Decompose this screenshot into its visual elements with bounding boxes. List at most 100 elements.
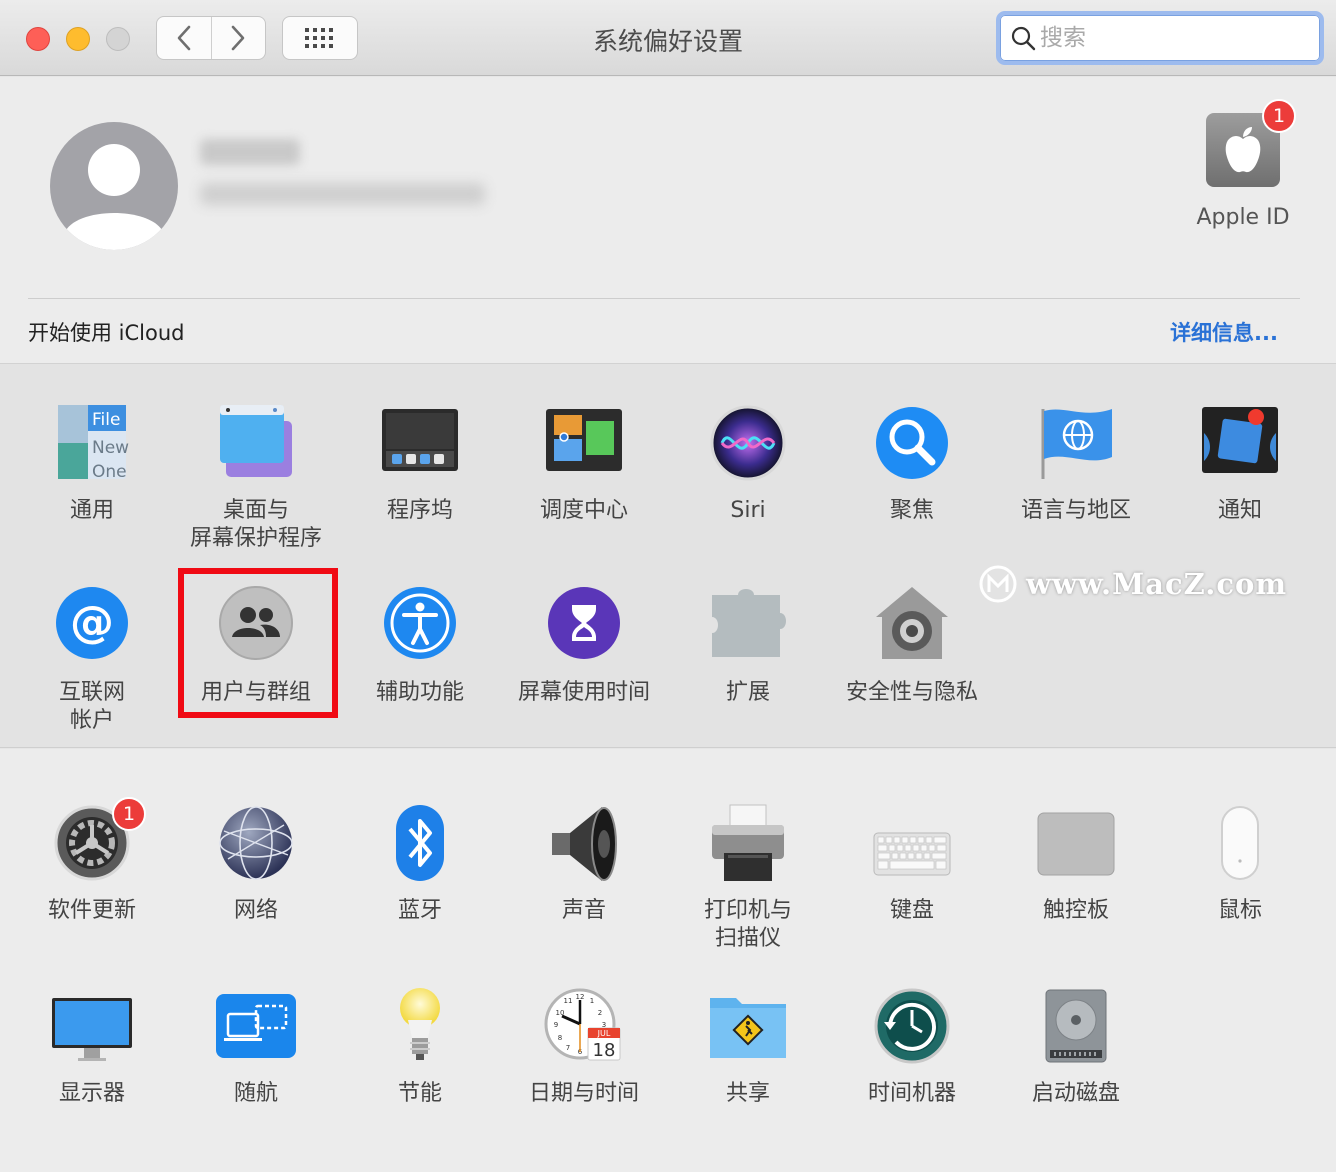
apple-id-label: Apple ID	[1196, 205, 1290, 230]
search-icon	[1011, 26, 1036, 51]
apple-logo-icon: 1	[1206, 99, 1296, 187]
extensions-icon	[708, 585, 788, 665]
time-machine-icon	[872, 986, 952, 1066]
svg-text:7: 7	[566, 1044, 570, 1052]
selection-highlight-box	[178, 568, 338, 718]
accessibility-icon	[380, 585, 460, 665]
pref-time-machine[interactable]: 时间机器	[830, 986, 994, 1108]
general-icon-text-new: New	[92, 438, 129, 458]
back-button[interactable]	[157, 17, 211, 59]
pref-software-update[interactable]: 1 软件更新	[10, 797, 174, 925]
internet-accounts-icon: @	[52, 585, 132, 665]
dock-icon	[380, 403, 460, 483]
pref-label: 节能	[397, 1081, 442, 1106]
pref-notifications[interactable]: 通知	[1158, 403, 1322, 525]
calendar-day: 18	[593, 1040, 616, 1061]
energy-saver-icon	[380, 986, 460, 1066]
pref-screen-time[interactable]: 屏幕使用时间	[502, 585, 666, 707]
pref-label: 通知	[1217, 498, 1262, 523]
pref-label: 辅助功能	[375, 680, 464, 705]
pref-keyboard[interactable]: 键盘	[830, 803, 994, 925]
startup-disk-icon	[1036, 986, 1116, 1066]
zoom-window-button[interactable]	[106, 27, 130, 51]
title-bar: 系统偏好设置	[0, 0, 1336, 76]
pref-dock[interactable]: 程序坞	[338, 403, 502, 525]
keyboard-icon	[872, 803, 952, 883]
pref-siri[interactable]: Siri	[666, 403, 830, 525]
pref-security-privacy[interactable]: 安全性与隐私	[830, 585, 994, 707]
pref-label: 语言与地区	[1020, 498, 1131, 523]
pref-sound[interactable]: 声音	[502, 803, 666, 925]
pref-date-time[interactable]: 12369 111102 87 JUL 18 日期与时间	[502, 986, 666, 1108]
search-field[interactable]	[996, 11, 1324, 65]
pref-mouse[interactable]: 鼠标	[1158, 803, 1322, 925]
pref-label: 聚焦	[889, 498, 934, 523]
details-link[interactable]: 详细信息...	[1170, 317, 1278, 347]
svg-text:12: 12	[576, 993, 585, 1001]
bluetooth-icon	[380, 803, 460, 883]
nav-arrows	[156, 16, 266, 60]
calendar-month: JUL	[597, 1029, 611, 1038]
user-email-redacted	[200, 183, 485, 205]
pref-general[interactable]: File New One 通用	[10, 403, 174, 525]
notification-badge: 1	[1262, 99, 1296, 133]
sidecar-icon	[216, 986, 296, 1066]
pref-bluetooth[interactable]: 蓝牙	[338, 803, 502, 925]
pref-mission-control[interactable]: 调度中心	[502, 403, 666, 525]
siri-icon	[708, 403, 788, 483]
pref-label: 随航	[233, 1081, 278, 1106]
pref-accessibility[interactable]: 辅助功能	[338, 585, 502, 707]
pref-network[interactable]: 网络	[174, 803, 338, 925]
grid-icon	[305, 28, 333, 48]
pref-label: 程序坞	[386, 498, 453, 523]
pref-language-region[interactable]: 语言与地区	[994, 403, 1158, 525]
svg-text:9: 9	[554, 1021, 558, 1029]
svg-text:2: 2	[598, 1009, 602, 1017]
pref-trackpad[interactable]: 触控板	[994, 803, 1158, 925]
pref-label: 互联网 帐户	[58, 680, 125, 733]
window-title: 系统偏好设置	[592, 27, 743, 56]
apple-id-pref[interactable]: 1 Apple ID	[1180, 99, 1306, 230]
pref-spotlight[interactable]: 聚焦	[830, 403, 994, 525]
icloud-prompt: 开始使用 iCloud	[28, 321, 185, 345]
pref-label: 网络	[233, 898, 278, 923]
watermark-text: www.MacZ.com	[1026, 567, 1288, 601]
pref-label: 触控板	[1042, 898, 1109, 923]
trackpad-icon	[1036, 803, 1116, 883]
language-region-icon	[1036, 403, 1116, 483]
account-section: 1 Apple ID 开始使用 iCloud 详细信息...	[0, 77, 1336, 363]
svg-text:1: 1	[590, 997, 594, 1005]
watermark: www.MacZ.com	[978, 564, 1287, 604]
minimize-window-button[interactable]	[66, 27, 90, 51]
pref-label: 启动磁盘	[1031, 1081, 1120, 1106]
pref-desktop-screensaver[interactable]: 桌面与 屏幕保护程序	[174, 403, 338, 553]
svg-text:8: 8	[558, 1034, 562, 1042]
show-all-button[interactable]	[282, 16, 358, 60]
svg-text:11: 11	[564, 997, 573, 1005]
pref-sidecar[interactable]: 随航	[174, 986, 338, 1108]
general-icon: File New One	[52, 403, 132, 483]
pref-printers-scanners[interactable]: 打印机与 扫描仪	[666, 803, 830, 953]
pref-extensions[interactable]: 扩展	[666, 585, 830, 707]
printers-scanners-icon	[708, 803, 788, 883]
general-icon-text-file: File	[92, 410, 120, 430]
close-window-button[interactable]	[26, 27, 50, 51]
pref-displays[interactable]: 显示器	[10, 986, 174, 1108]
desktop-screensaver-icon	[216, 403, 296, 483]
user-avatar[interactable]	[50, 122, 178, 250]
software-update-icon: 1	[52, 797, 146, 883]
person-silhouette-icon	[64, 144, 164, 250]
forward-button[interactable]	[210, 17, 266, 59]
pref-label: 时间机器	[867, 1081, 956, 1106]
notification-badge: 1	[112, 797, 146, 831]
pref-internet-accounts[interactable]: @ 互联网 帐户	[10, 585, 174, 735]
network-icon	[216, 803, 296, 883]
pref-label: 共享	[725, 1081, 770, 1106]
pref-label: 打印机与 扫描仪	[703, 898, 792, 951]
search-input[interactable]	[1040, 25, 1300, 51]
pref-energy-saver[interactable]: 节能	[338, 986, 502, 1108]
general-icon-text-one: One	[92, 462, 127, 482]
pref-sharing[interactable]: 共享	[666, 986, 830, 1108]
mission-control-icon	[544, 403, 624, 483]
pref-startup-disk[interactable]: 启动磁盘	[994, 986, 1158, 1108]
